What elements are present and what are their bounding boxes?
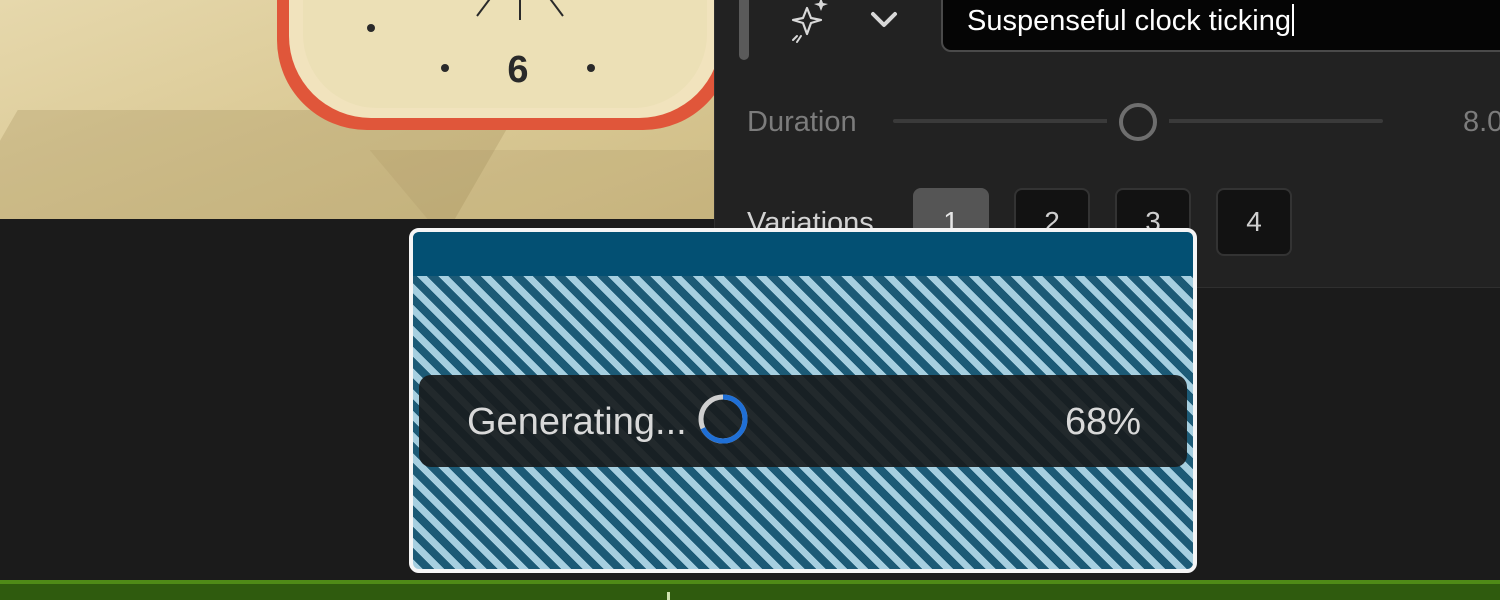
loading-spinner-icon — [698, 394, 748, 444]
audio-track[interactable] — [0, 580, 1500, 600]
slider-thumb-gap-left — [1107, 117, 1119, 125]
magic-sparkle-icon[interactable] — [783, 0, 833, 46]
variation-4-button[interactable]: 4 — [1216, 188, 1292, 256]
generating-label: Generating... — [467, 401, 687, 443]
clock-numeral: 6 — [507, 49, 528, 91]
duration-label: Duration — [747, 106, 857, 138]
video-preview[interactable]: 6 — [0, 0, 715, 219]
duration-value: 8.0 — [1463, 106, 1500, 138]
generation-progress: Generating... 68% — [419, 375, 1187, 467]
clock-image: 6 — [277, 0, 715, 130]
prompt-input[interactable]: Suspenseful clock ticking — [941, 0, 1500, 52]
clip-header — [413, 232, 1193, 276]
prompt-text: Suspenseful clock ticking — [967, 5, 1291, 37]
slider-thumb-gap-right — [1157, 117, 1169, 125]
progress-percent: 68% — [1064, 401, 1141, 443]
editor-stage: 6 Suspenseful clock ticking Duration 8.0… — [0, 0, 1500, 600]
chevron-down-icon[interactable] — [867, 4, 901, 34]
text-caret — [1292, 4, 1294, 36]
panel-drag-handle[interactable] — [739, 0, 749, 60]
playhead-marker — [667, 592, 670, 600]
duration-slider-thumb[interactable] — [1119, 103, 1157, 141]
wall-shadow-secondary — [369, 150, 715, 219]
generating-clip[interactable]: Generating... 68% — [409, 228, 1197, 573]
